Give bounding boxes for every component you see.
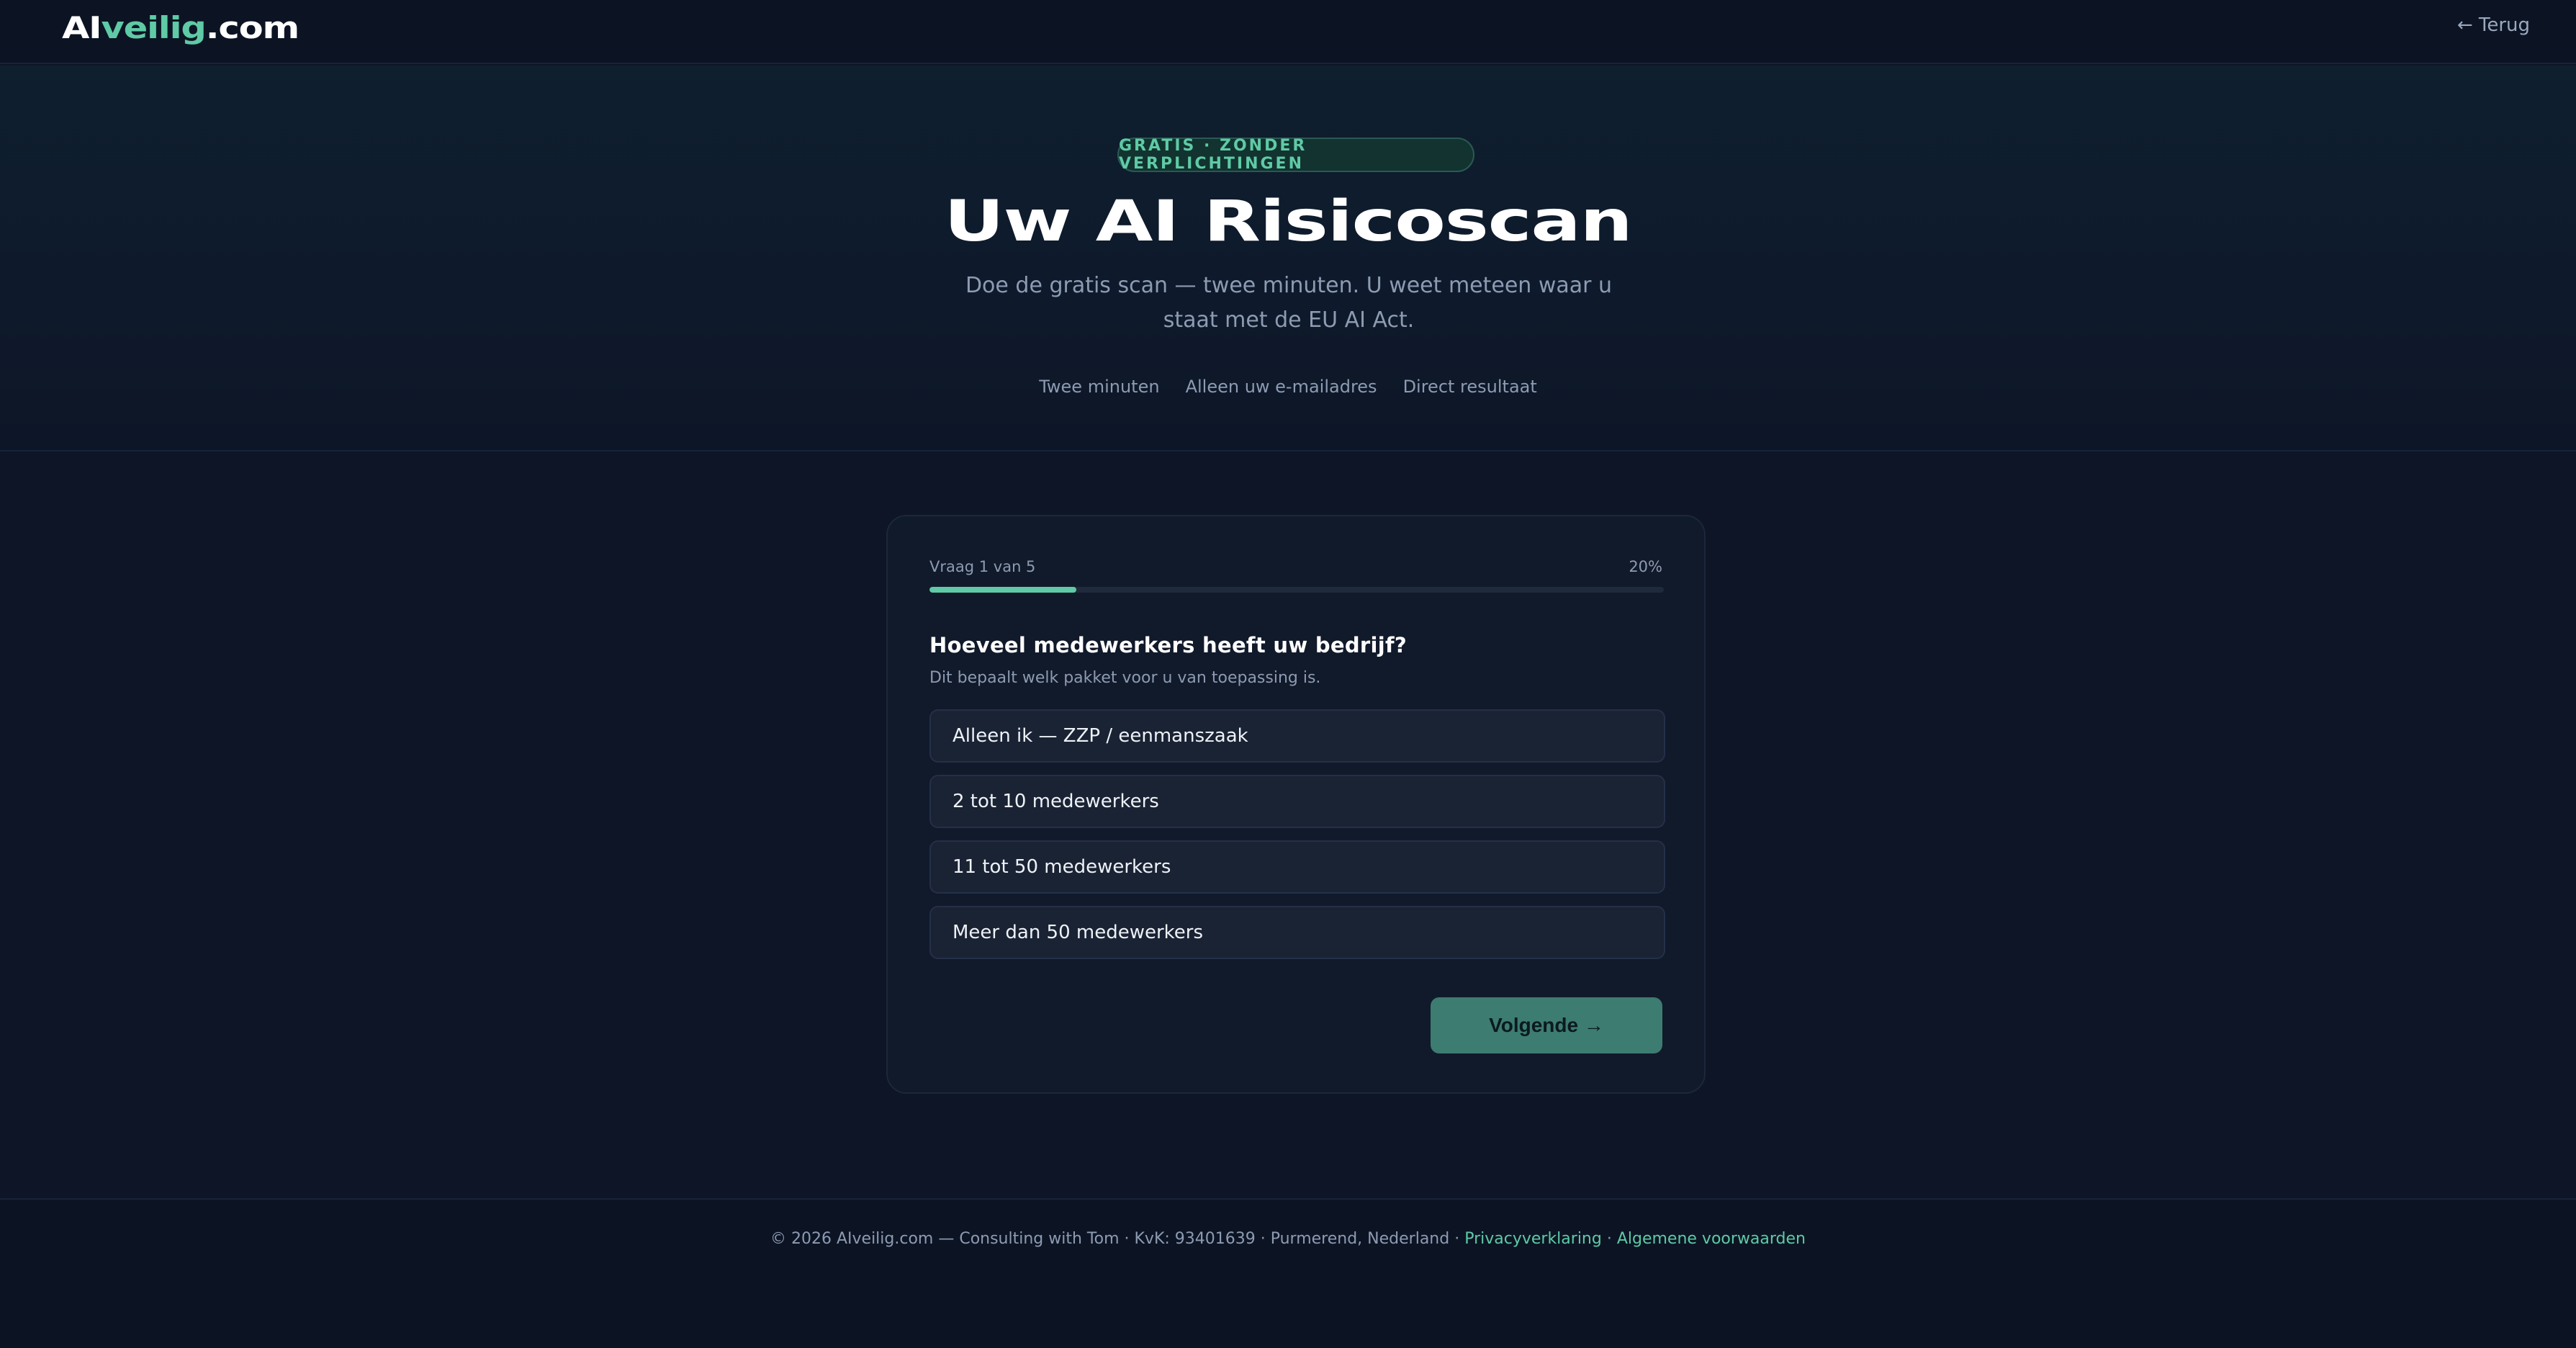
quiz-card: Vraag 1 van 5 20% Hoeveel medewerkers he… (886, 515, 1706, 1094)
terms-link[interactable]: Algemene voorwaarden (1617, 1230, 1806, 1248)
question-hint: Dit bepaalt welk pakket voor u van toepa… (929, 669, 1321, 687)
progress-bar (929, 587, 1664, 593)
logo-text-com: .com (205, 10, 300, 45)
feature-list: Twee minuten Alleen uw e-mailadres Direc… (0, 377, 2576, 397)
logo-text-veilig: veilig (101, 10, 206, 45)
progress-label: Vraag 1 van 5 (929, 558, 1036, 575)
back-link[interactable]: ← Terug (2457, 14, 2530, 36)
footer-copyright: © 2026 AIveilig.com — Consulting with To… (770, 1230, 1465, 1248)
footer-separator: · (1601, 1230, 1617, 1248)
logo[interactable]: AIveilig.com (62, 10, 300, 45)
progress-percent: 20% (1629, 558, 1662, 575)
feature-item: Alleen uw e-mailadres (1185, 377, 1377, 397)
answer-option-solo[interactable]: Alleen ik — ZZP / eenmanszaak (929, 709, 1665, 763)
question-title: Hoeveel medewerkers heeft uw bedrijf? (929, 633, 1408, 657)
privacy-link[interactable]: Privacyverklaring (1464, 1230, 1602, 1248)
answer-options: Alleen ik — ZZP / eenmanszaak 2 tot 10 m… (929, 709, 1665, 971)
hero-section: GRATIS · ZONDER VERPLICHTINGEN Uw AI Ris… (0, 66, 2576, 451)
footer-text: © 2026 AIveilig.com — Consulting with To… (0, 1230, 2576, 1248)
logo-text-ai: AI (62, 10, 102, 45)
feature-item: Twee minuten (1039, 377, 1160, 397)
answer-option-50-plus[interactable]: Meer dan 50 medewerkers (929, 906, 1665, 959)
next-button[interactable]: Volgende → (1431, 997, 1662, 1053)
page-title: Uw AI Risicoscan (0, 189, 2576, 254)
hero-subtitle: Doe de gratis scan — twee minuten. U wee… (965, 273, 1613, 333)
top-nav: AIveilig.com ← Terug (0, 0, 2576, 64)
feature-item: Direct resultaat (1402, 377, 1537, 397)
answer-option-2-10[interactable]: 2 tot 10 medewerkers (929, 775, 1665, 828)
answer-option-11-50[interactable]: 11 tot 50 medewerkers (929, 840, 1665, 894)
footer: © 2026 AIveilig.com — Consulting with To… (0, 1198, 2576, 1348)
free-badge: GRATIS · ZONDER VERPLICHTINGEN (1117, 137, 1474, 173)
progress-bar-fill (929, 587, 1076, 593)
page-title-text: Uw AI Risicoscan (944, 189, 1633, 254)
